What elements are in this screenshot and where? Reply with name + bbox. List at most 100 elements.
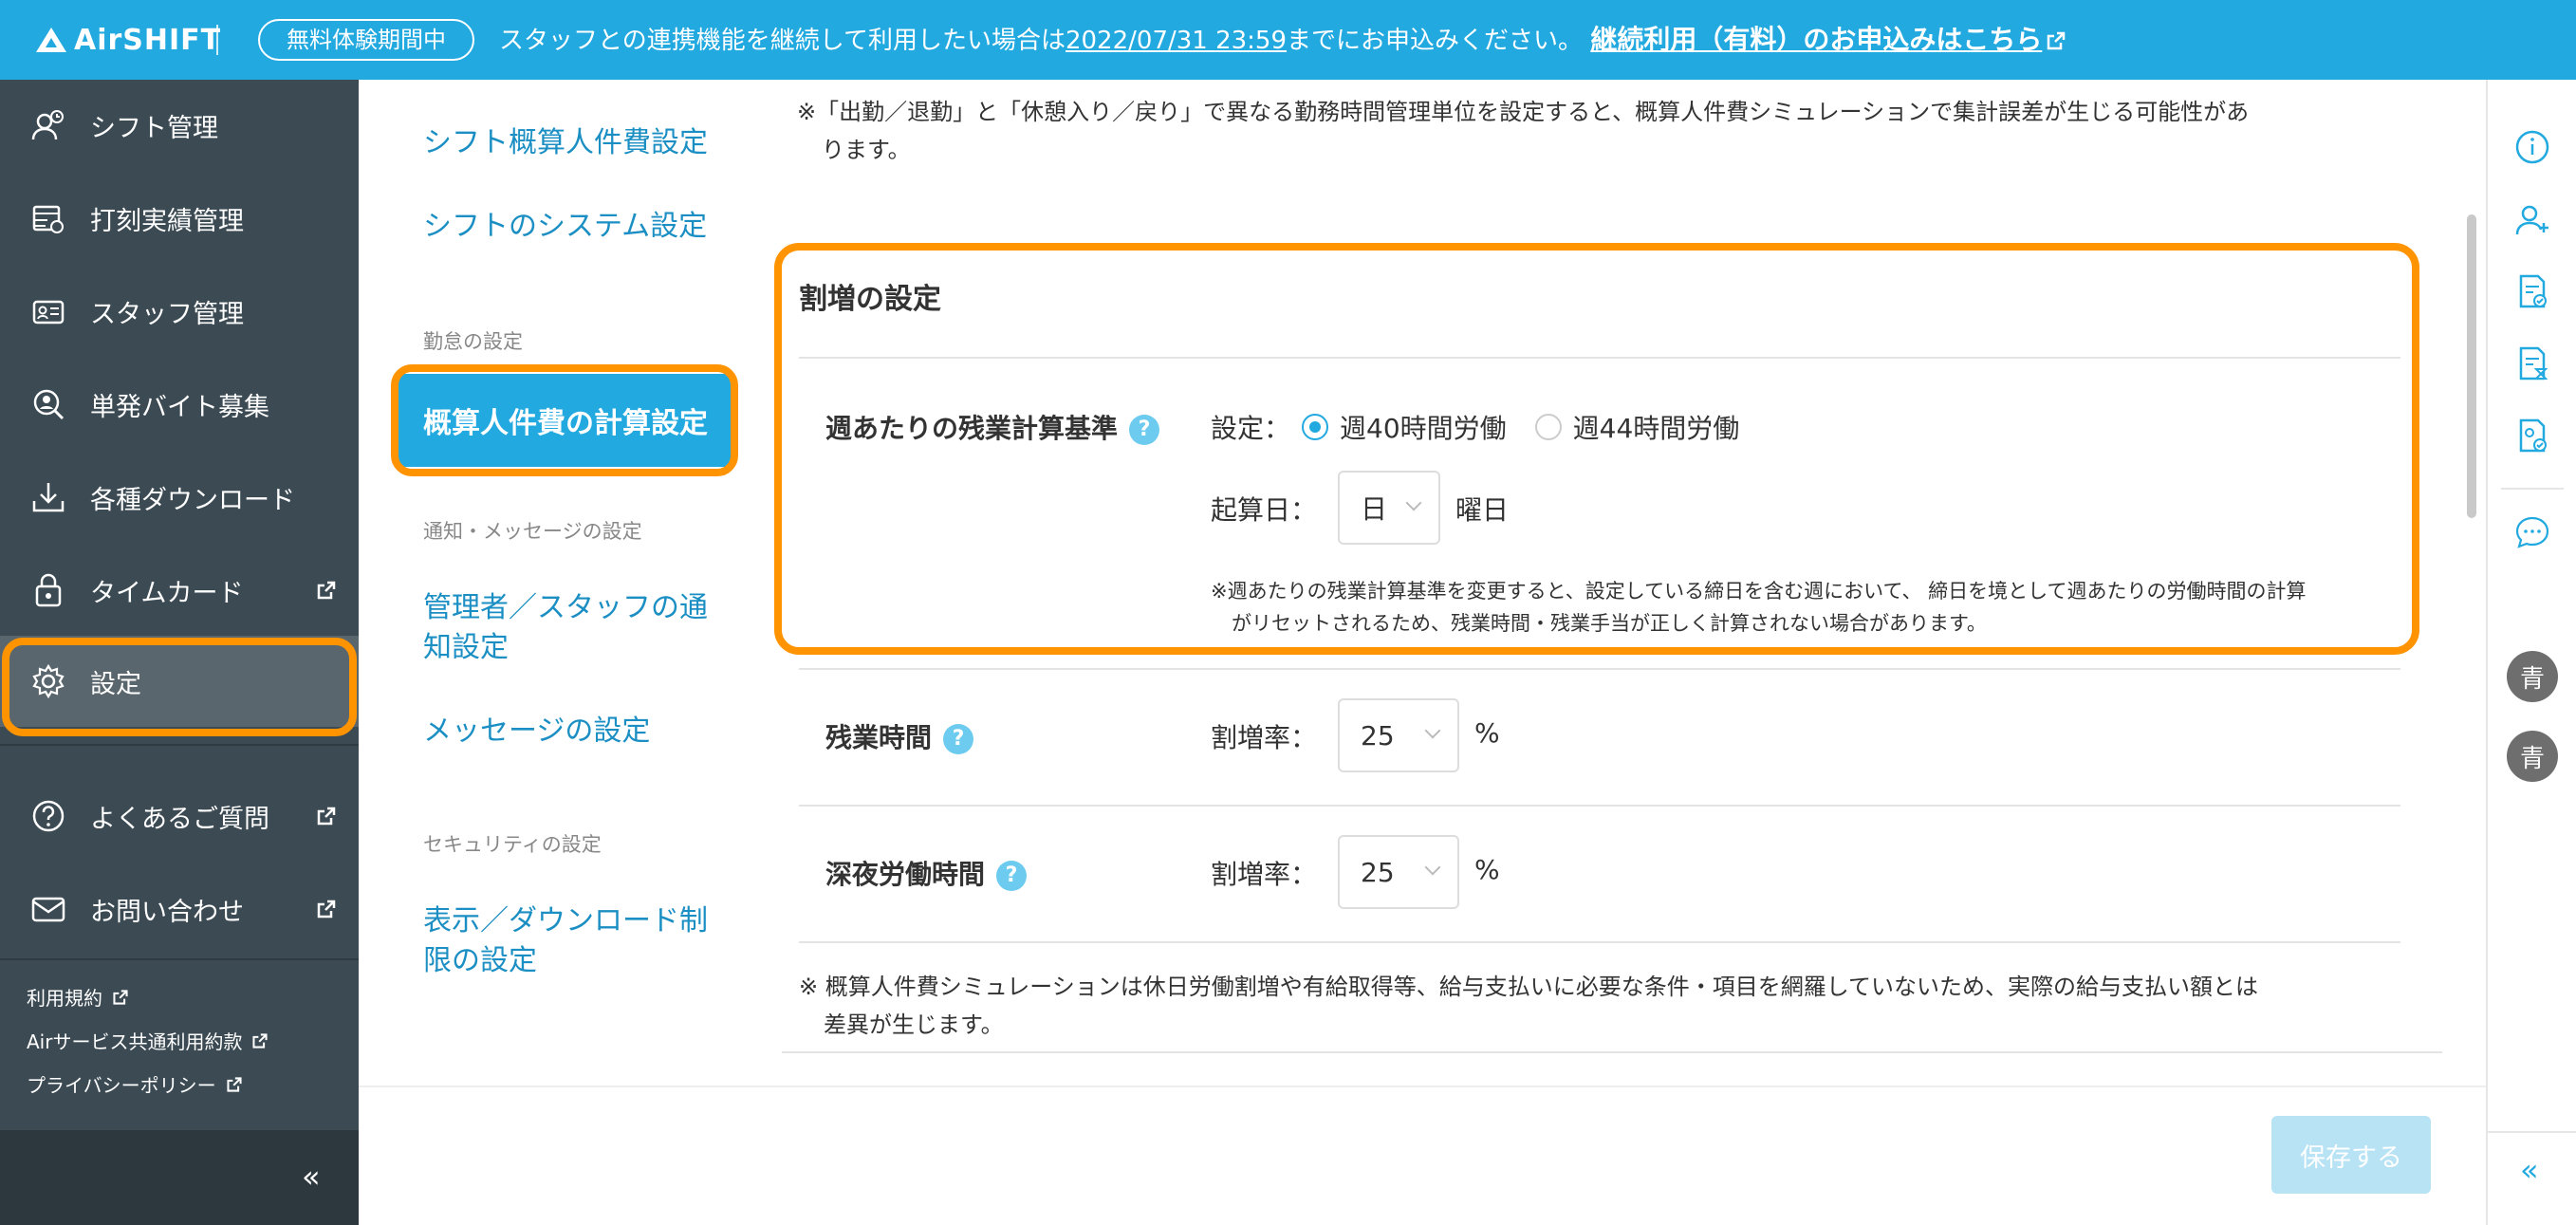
help-icon[interactable]: ?: [996, 861, 1028, 891]
external-link-icon: [317, 581, 336, 600]
external-link-icon: [227, 1076, 242, 1092]
common-terms-link[interactable]: Airサービス共通利用約款: [27, 1027, 269, 1054]
percent-unit: %: [1474, 854, 1500, 885]
question-circle-icon: [30, 798, 66, 834]
subnav-heading-security: セキュリティの設定: [423, 833, 602, 856]
night-rate-select[interactable]: 25: [1338, 835, 1459, 909]
continue-signup-link[interactable]: 継続利用（有料）のお申込みはこちら: [1590, 24, 2066, 55]
divider: [0, 744, 359, 746]
collapse-sidebar-button[interactable]: «: [302, 1159, 321, 1195]
subnav-heading-attendance: 勤怠の設定: [423, 330, 523, 353]
divider: [799, 941, 2400, 943]
chevron-down-icon: [1424, 722, 1441, 739]
simulation-disclaimer: ※ 概算人件費シミュレーションは休日労働割増や有給取得等、給与支払いに必要な条件…: [799, 974, 2259, 1038]
avatar[interactable]: 青: [2507, 731, 2558, 782]
sidebar-item-label: 各種ダウンロード: [90, 485, 295, 515]
scrollbar-thumb[interactable]: [2467, 214, 2476, 518]
night-work-label: 深夜労働時間?: [825, 854, 1028, 892]
notice-text: スタッフとの連携機能を継続して利用したい場合は: [499, 27, 1066, 55]
help-icon[interactable]: ?: [943, 724, 974, 754]
external-link-icon: [317, 807, 336, 826]
trial-badge: 無料体験期間中: [258, 19, 474, 61]
select-value: 25: [1361, 856, 1395, 888]
app-logo[interactable]: AirSHIFT: [36, 19, 221, 61]
right-rail: 青 青 «: [2486, 80, 2576, 1225]
timesheet-icon: [30, 200, 66, 236]
subnav-shift-labor-cost[interactable]: シフト概算人件費設定: [423, 123, 708, 163]
sidebar-item-label: シフト管理: [90, 113, 218, 143]
settings-subnav: シフト概算人件費設定 シフトのシステム設定 勤怠の設定 概算人件費の計算設定 通…: [359, 80, 776, 1086]
collapse-rail-button[interactable]: «: [2520, 1152, 2539, 1188]
doc-check-icon[interactable]: [2511, 269, 2554, 313]
percent-unit: %: [1474, 717, 1500, 749]
sidebar-collapse-bar: «: [0, 1130, 359, 1225]
link-text-line: 管理者／スタッフの通: [423, 591, 708, 624]
staff-card-icon: [30, 293, 66, 329]
timecard-lock-icon: [30, 572, 66, 608]
divider: [216, 25, 218, 55]
external-link-icon: [317, 900, 336, 919]
sidebar-item-label: 単発バイト募集: [90, 392, 269, 422]
chat-icon[interactable]: [2511, 510, 2554, 554]
subnav-download-restriction[interactable]: 表示／ダウンロード制 限の設定: [423, 901, 708, 981]
sidebar-item-label: よくあるご質問: [90, 804, 269, 834]
subnav-notification-settings[interactable]: 管理者／スタッフの通 知設定: [423, 588, 708, 668]
logo-mark-icon: [36, 28, 66, 52]
doc-user-check-icon[interactable]: [2511, 414, 2554, 457]
notice-deadline: 2022/07/31 23:59: [1065, 27, 1288, 55]
add-user-icon[interactable]: [2511, 197, 2554, 241]
highlight-frame: [391, 364, 738, 476]
footer-action-bar: 保存する: [359, 1086, 2486, 1225]
sidebar-item-contact[interactable]: お問い合わせ: [0, 863, 359, 955]
divider: [2501, 488, 2564, 490]
sidebar-item-label: 打刻実績管理: [90, 206, 244, 236]
external-link-icon: [252, 1032, 269, 1049]
sidebar-item-faq[interactable]: よくあるご質問: [0, 770, 359, 862]
subnav-message-settings[interactable]: メッセージの設定: [423, 712, 650, 752]
chevron-down-icon: [1424, 859, 1441, 876]
notice-text-suffix: までにお申込みください。: [1287, 27, 1584, 55]
privacy-policy-link[interactable]: プライバシーポリシー: [27, 1070, 243, 1098]
highlight-frame: [2, 638, 357, 736]
sidebar-item-recruit[interactable]: 単発バイト募集: [0, 359, 359, 450]
sidebar-item-staff[interactable]: スタッフ管理: [0, 266, 359, 357]
link-text-line: 知設定: [423, 631, 509, 664]
download-icon: [30, 479, 66, 515]
sidebar-item-label: スタッフ管理: [90, 299, 244, 329]
avatar[interactable]: 青: [2507, 651, 2558, 702]
select-value: 25: [1361, 719, 1395, 752]
divider: [799, 668, 2400, 670]
link-text-line: 表示／ダウンロード制: [423, 904, 708, 937]
save-button[interactable]: 保存する: [2271, 1116, 2431, 1194]
highlight-frame: [774, 243, 2419, 655]
recruit-search-icon: [30, 386, 66, 422]
sidebar-item-label: タイムカード: [90, 578, 244, 608]
overtime-label: 残業時間?: [825, 717, 974, 755]
night-rate-label: 割増率：: [1211, 859, 1318, 890]
sidebar-item-label: お問い合わせ: [90, 897, 244, 927]
subnav-heading-notifications: 通知・メッセージの設定: [423, 520, 642, 543]
divider: [0, 958, 359, 960]
sidebar-item-timecard[interactable]: タイムカード: [0, 545, 359, 636]
time-unit-note: ※「出勤／退勤」と「休憩入り／戻り」で異なる勤務時間管理単位を設定すると、概算人…: [797, 99, 2250, 163]
divider: [782, 1051, 2442, 1053]
overtime-rate-select[interactable]: 25: [1338, 698, 1459, 772]
link-text-line: 限の設定: [423, 944, 537, 977]
sidebar-item-shift[interactable]: シフト管理: [0, 80, 359, 171]
terms-link[interactable]: 利用規約: [27, 983, 129, 1011]
trial-banner: AirSHIFT 無料体験期間中 スタッフとの連携機能を継続して利用したい場合は…: [0, 0, 2576, 80]
info-icon[interactable]: [2511, 125, 2554, 169]
shift-user-icon: [30, 107, 66, 143]
doc-timer-icon[interactable]: [2511, 342, 2554, 385]
sidebar-item-download[interactable]: 各種ダウンロード: [0, 452, 359, 543]
mail-icon: [30, 891, 66, 927]
trial-notice: スタッフとの連携機能を継続して利用したい場合は2022/07/31 23:59ま…: [499, 21, 2066, 60]
subnav-shift-system[interactable]: シフトのシステム設定: [423, 207, 707, 247]
overtime-rate-label: 割増率：: [1211, 722, 1318, 753]
divider: [2488, 1131, 2576, 1133]
logo-text: AirSHIFT: [74, 23, 222, 57]
divider: [799, 805, 2400, 807]
external-link-icon: [2048, 31, 2066, 50]
sidebar-item-timesheet[interactable]: 打刻実績管理: [0, 173, 359, 264]
external-link-icon: [113, 989, 128, 1005]
